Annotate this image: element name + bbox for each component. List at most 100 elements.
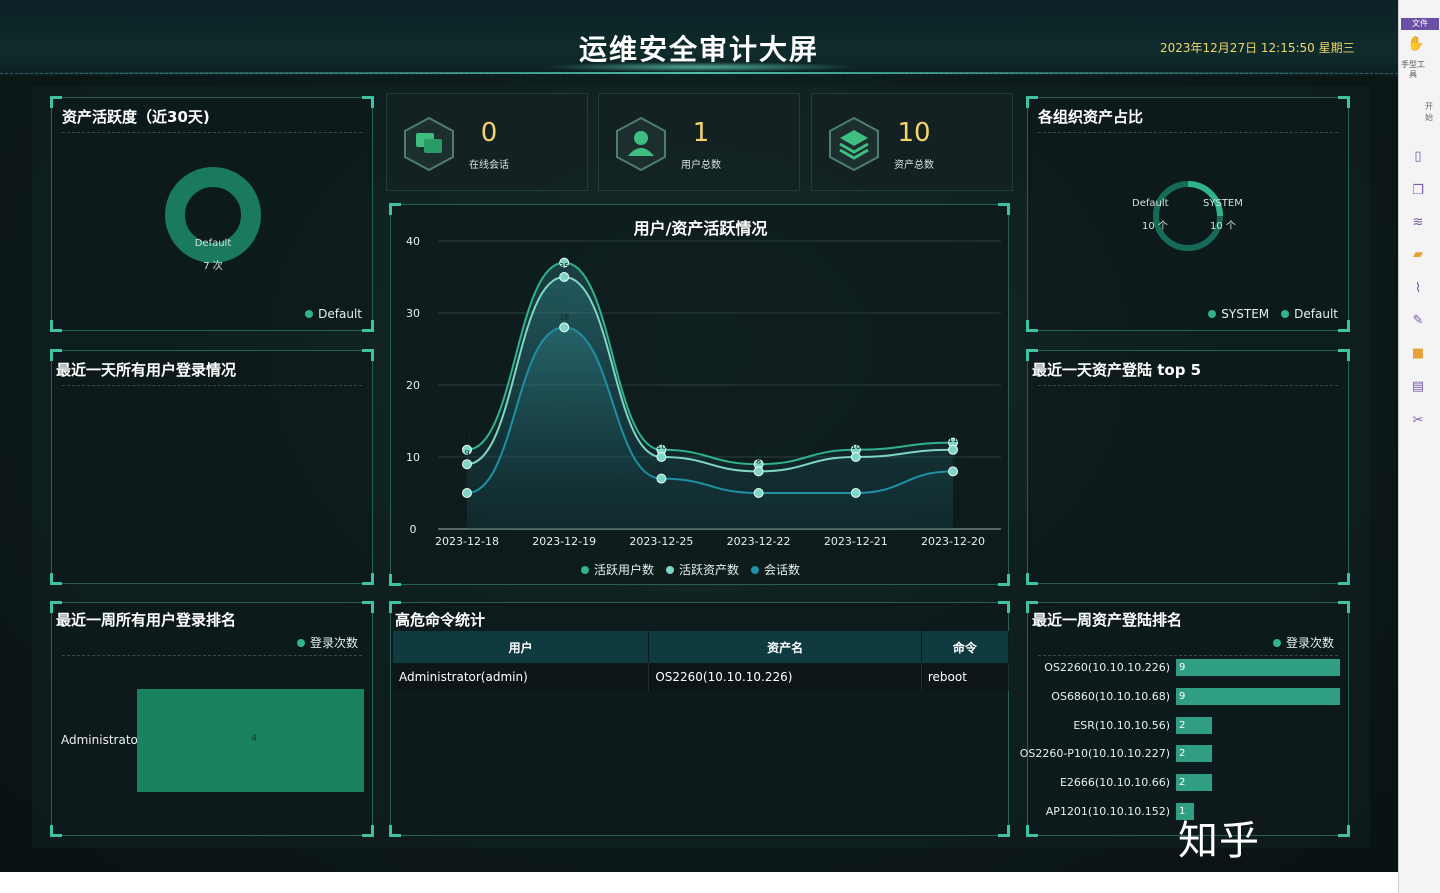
legend: 登录次数 [296,634,358,651]
datetime: 2023年12月27日 12:15:50 星期三 [1160,41,1355,55]
bar-value: 4 [251,733,258,744]
bar-label: OS2260-P10(10.10.10.227) [1019,747,1170,760]
signature-icon[interactable]: ✎ [1409,312,1427,330]
lock-icon[interactable]: ■ [1409,345,1427,363]
pages-icon[interactable]: ❐ [1409,182,1427,200]
y-tick-label: 20 [406,379,420,392]
bookmark-icon[interactable]: ▯ [1409,148,1427,166]
data-point [753,488,764,498]
table-header-row: 用户 资产名 命令 [393,631,1010,663]
data-label: 10 [851,442,861,451]
asset-activity-panel: 资产活跃度（近30天) Default 7 次 Default [50,96,374,332]
high-risk-panel: 高危命令统计 用户 资产名 命令 Administrator(admin) OS… [389,601,1010,837]
cell-command: reboot [921,663,1010,691]
stat-label: 资产总数 [894,160,934,171]
header-dashed-line [0,73,1398,74]
bar-row[interactable]: E2666(10.10.10.66) 2 [1028,774,1348,791]
bottom-whitespace [0,872,1398,893]
stat-value: 0 [480,118,498,148]
legend-item[interactable]: SYSTEM [1208,307,1269,321]
data-label: 11 [948,435,958,444]
watermark: 知乎 @DSC [1178,818,1305,872]
stat-card-assets: 10 资产总数 [811,93,1013,191]
org-value-system: 10 个 [1210,221,1236,232]
legend-item[interactable]: 登录次数 [296,634,358,651]
data-point [948,444,958,455]
data-point [559,272,570,282]
table-row[interactable]: Administrator(admin) OS2260(10.10.10.226… [393,663,1010,691]
panel-title: 最近一周所有用户登录排名 [56,611,237,629]
x-tick-label: 2023-12-25 [629,535,693,548]
data-point [656,473,667,484]
legend-item[interactable]: Default [305,307,362,321]
data-label: 5 [464,478,469,487]
bar-fill [1176,659,1340,676]
panel-title: 最近一天资产登陆 top 5 [1032,361,1202,379]
org-value-default: 10 个 [1142,221,1168,232]
legend-item-sessions[interactable]: 会话数 [751,561,800,578]
bar-label: Administrator [61,733,143,747]
data-point [753,466,764,477]
comment-icon[interactable]: ▰ [1409,246,1427,264]
bar-row[interactable]: OS2260(10.10.10.226) 9 [1028,659,1348,676]
x-tick-label: 2023-12-18 [435,535,499,548]
bar-value: 9 [1179,691,1186,702]
legend-item[interactable]: 登录次数 [1272,634,1334,651]
data-label: 8 [950,456,955,465]
layers-icon [829,116,879,172]
day-asset-login-panel: 最近一天资产登陆 top 5 [1026,349,1350,585]
donut-center-value: 7 次 [203,261,223,272]
high-risk-table: 用户 资产名 命令 Administrator(admin) OS2260(10… [393,631,1010,691]
bar-value: 2 [1179,720,1186,731]
data-label: 7 [659,464,664,473]
legend: Default [305,307,362,321]
bar-fill [1176,688,1340,705]
org-assets-panel: 各组织资产占比 Default 10 个 SYSTEM 10 个 SYSTEM … [1026,96,1350,332]
panel-title: 最近一周资产登陆排名 [1032,611,1183,629]
week-asset-rank-panel: 最近一周资产登陆排名 登录次数 OS2260(10.10.10.226) 9 O… [1020,601,1350,837]
data-point [850,488,861,498]
bar-label: OS2260(10.10.10.226) [1044,661,1170,674]
column-header-user[interactable]: 用户 [393,631,650,663]
data-point [850,452,861,462]
bar-row[interactable]: ESR(10.10.10.56) 2 [1028,717,1348,734]
layers-icon[interactable]: ≋ [1409,214,1427,232]
bar-value: 9 [1179,662,1186,673]
data-label: 8 [756,456,761,465]
activity-chart[interactable]: 0 10 20 30 40 2023-12-18 2023-12-19 2023-12-25 2… [391,205,1010,586]
bar-row[interactable]: OS6860(10.10.10.68) 9 [1028,688,1348,705]
bar-row[interactable]: OS2260-P10(10.10.10.227) 2 [1020,745,1348,762]
data-label: 5 [853,478,858,487]
bar-label: ESR(10.10.10.56) [1073,719,1170,732]
data-point [656,452,667,462]
attachment-icon[interactable]: ⌇ [1409,280,1427,298]
legend-item-active-users[interactable]: 活跃用户数 [581,561,654,578]
x-tick-label: 2023-12-19 [532,535,596,548]
column-header-command[interactable]: 命令 [921,631,1010,663]
chat-bubbles-icon [404,116,454,172]
data-label: 35 [559,262,569,271]
tab-file[interactable]: 文件 [1401,18,1439,30]
column-header-asset[interactable]: 资产名 [648,631,922,663]
y-tick-label: 30 [406,307,420,320]
stat-label: 在线会话 [469,160,509,171]
data-label: 37 [559,248,569,257]
data-point [462,488,472,498]
y-tick-label: 0 [410,523,417,536]
data-label: 28 [559,312,569,321]
bar-label: AP1201(10.10.10.152) [1045,805,1170,818]
tab-start[interactable]: 开始 [1425,101,1440,123]
legend-item[interactable]: Default [1281,307,1338,321]
x-tick-label: 2023-12-21 [824,535,888,548]
org-label-default: Default [1132,198,1169,209]
data-point [462,459,472,470]
org-label-system: SYSTEM [1203,198,1243,209]
form-icon[interactable]: ▤ [1409,378,1427,396]
data-point [948,466,958,477]
tools-icon[interactable]: ✂ [1409,412,1427,430]
panel-title: 高危命令统计 [395,611,486,629]
legend: SYSTEM Default [1208,307,1338,321]
bar-label: E2666(10.10.10.66) [1059,776,1170,789]
legend-item-active-assets[interactable]: 活跃资产数 [666,561,739,578]
day-user-login-panel: 最近一天所有用户登录情况 [50,349,374,585]
